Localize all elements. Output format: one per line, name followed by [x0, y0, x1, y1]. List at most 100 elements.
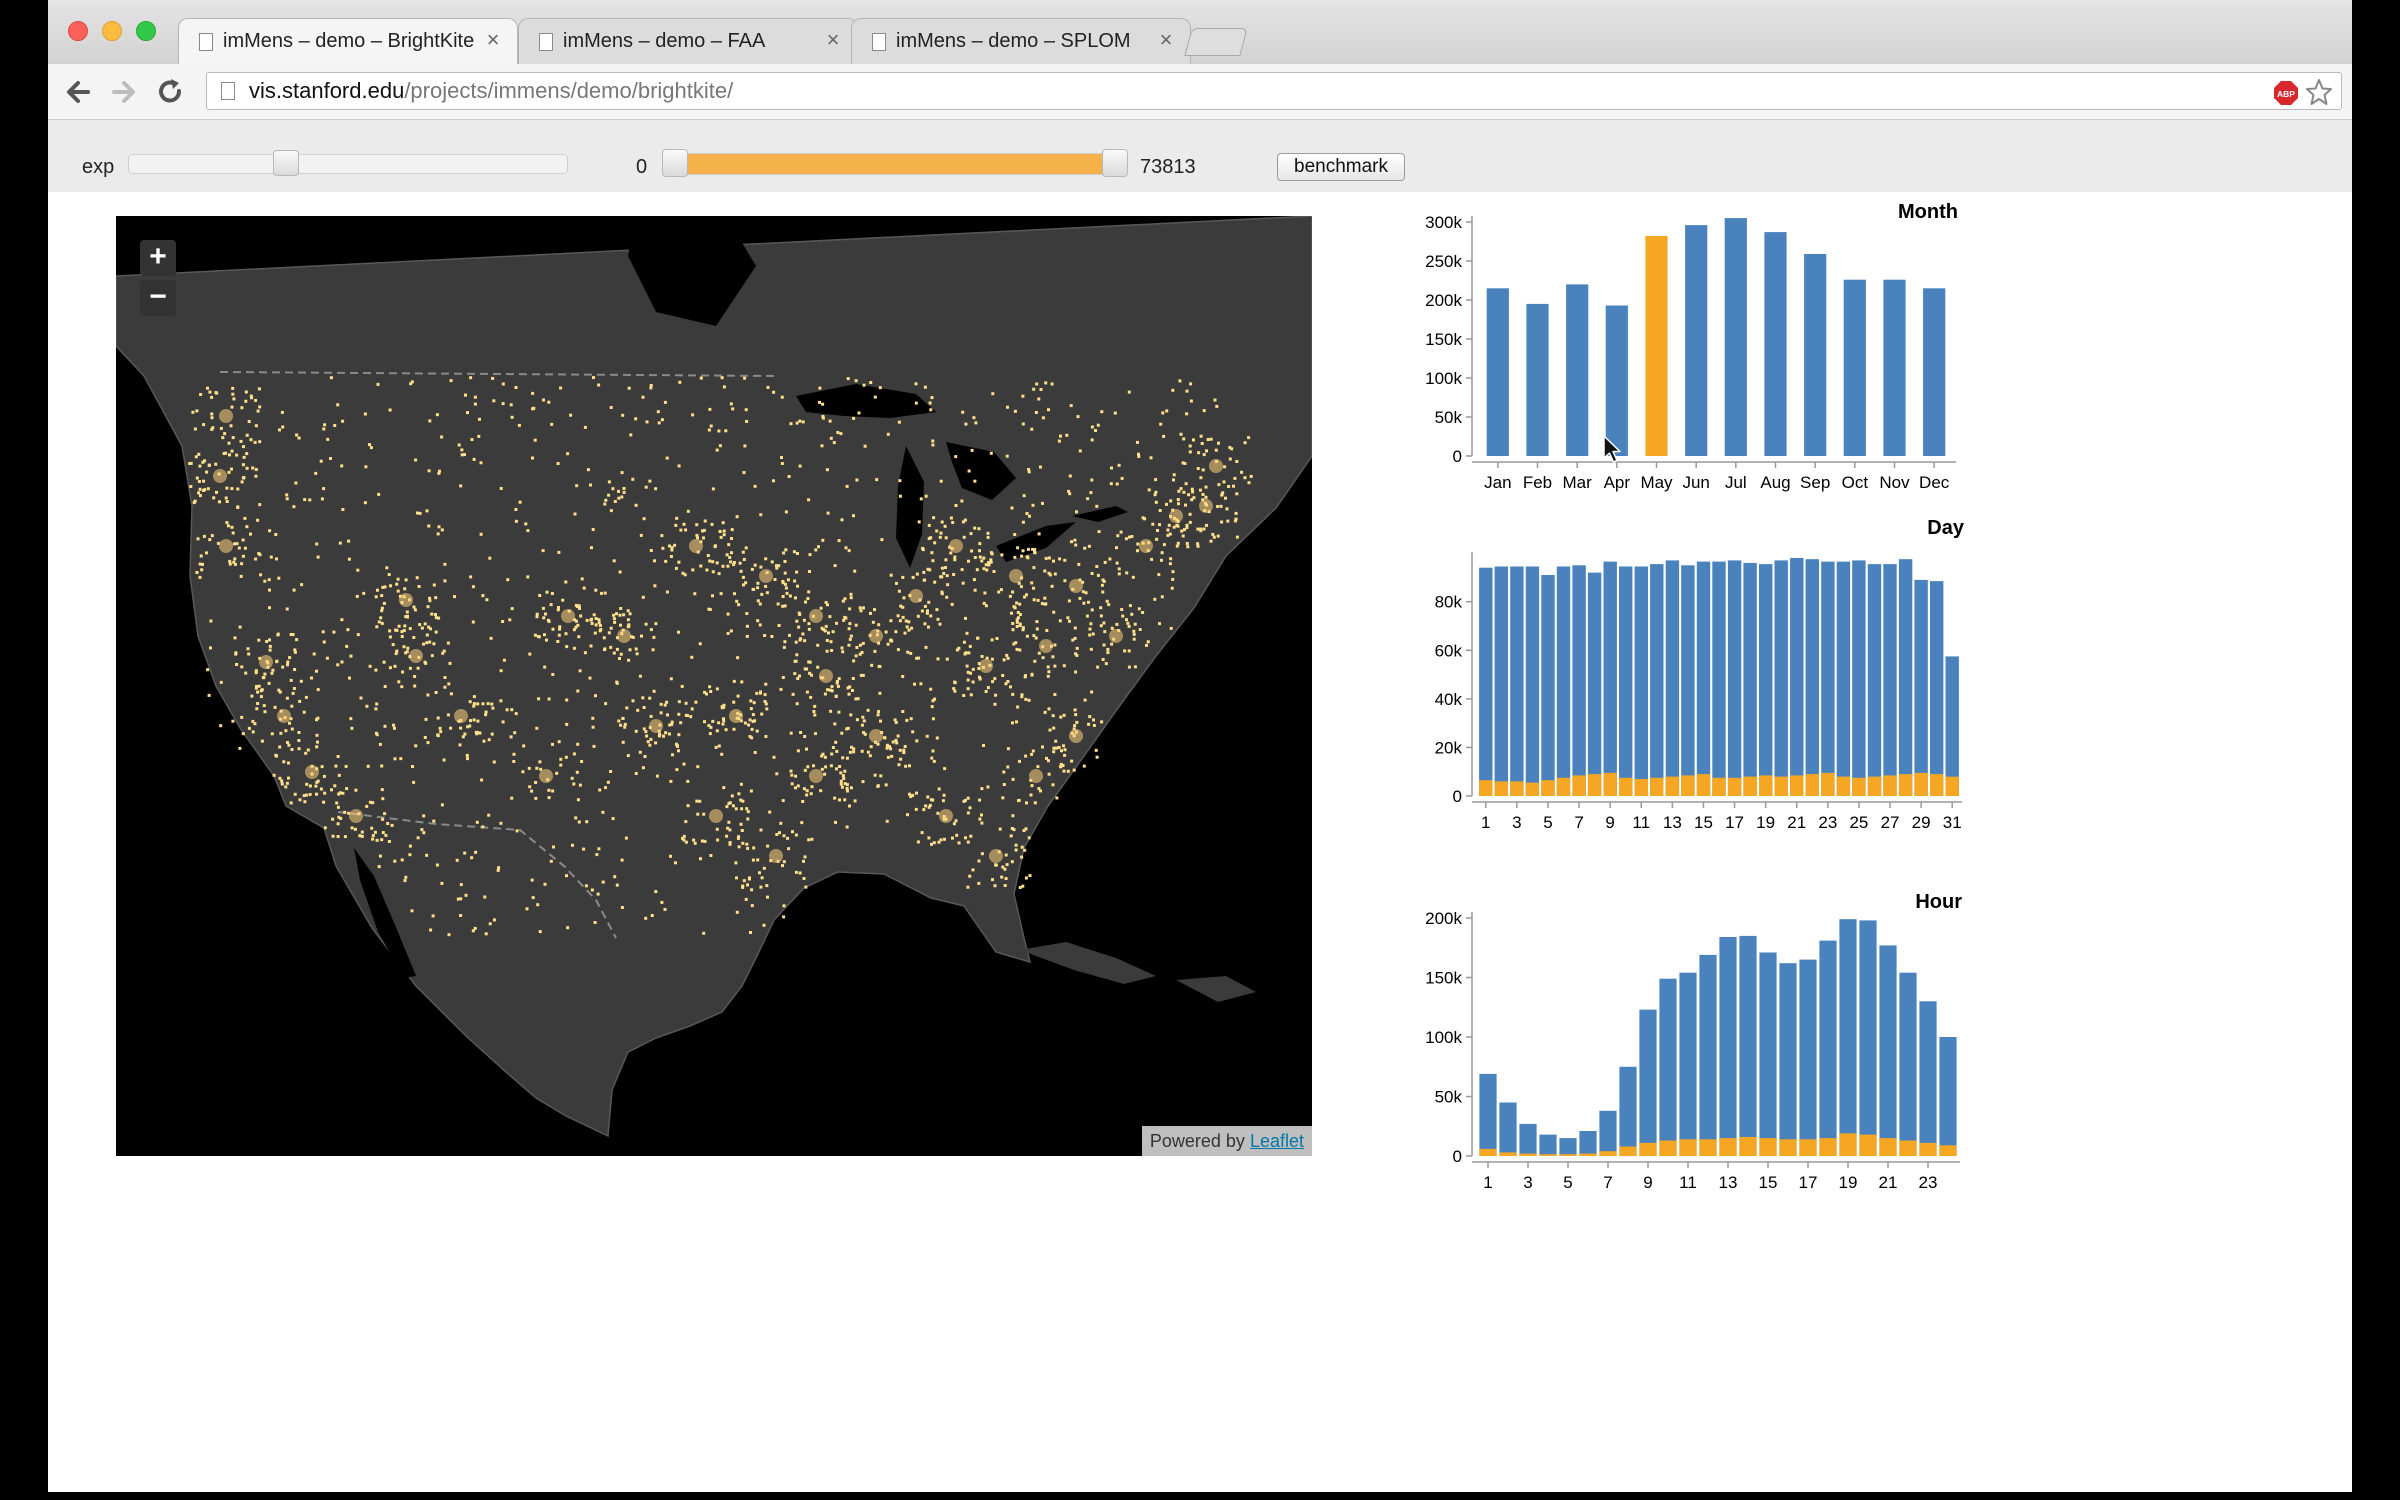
bar-selected-10[interactable] [1619, 777, 1633, 796]
bar-selected-3[interactable] [1510, 781, 1524, 796]
bar-selected-12[interactable] [1650, 777, 1664, 796]
bar-selected-2[interactable] [1494, 781, 1508, 796]
bar-total-24[interactable] [1939, 1037, 1957, 1156]
bar-selected-20[interactable] [1859, 1134, 1877, 1156]
zoom-in-button[interactable]: + [140, 240, 176, 276]
day-chart[interactable]: Day020k40k60k80k1 3 5 7 9 11 13 15 17 19 21 23 25 27 2… [1435, 517, 1965, 832]
bar-total-12[interactable] [1650, 564, 1664, 796]
range-slider-min-handle[interactable] [662, 149, 688, 177]
bar-total-29[interactable] [1914, 579, 1928, 796]
bar-may[interactable] [1645, 236, 1668, 456]
bar-selected-13[interactable] [1665, 776, 1680, 796]
bar-selected-22[interactable] [1805, 774, 1819, 796]
bar-total-22[interactable] [1805, 559, 1819, 796]
bar-total-27[interactable] [1883, 564, 1897, 796]
bar-selected-3[interactable] [1519, 1153, 1537, 1156]
bar-total-2[interactable] [1494, 566, 1508, 797]
bookmark-star-icon[interactable] [2305, 78, 2333, 106]
bar-total-18[interactable] [1743, 562, 1757, 796]
bar-sep[interactable] [1804, 254, 1827, 456]
exp-slider-handle[interactable] [272, 150, 299, 176]
bar-selected-20[interactable] [1774, 776, 1788, 796]
bar-total-7[interactable] [1572, 565, 1586, 796]
bar-selected-19[interactable] [1839, 1133, 1857, 1156]
bar-total-17[interactable] [1727, 560, 1742, 796]
bar-selected-23[interactable] [1919, 1142, 1937, 1156]
tab-faa[interactable]: imMens – demo – FAA × [518, 18, 858, 64]
bar-selected-16[interactable] [1779, 1139, 1797, 1156]
bar-total-5[interactable] [1559, 1138, 1577, 1156]
bar-total-3[interactable] [1510, 566, 1524, 797]
bar-total-13[interactable] [1719, 937, 1737, 1156]
bar-selected-2[interactable] [1499, 1152, 1517, 1156]
bar-selected-23[interactable] [1821, 772, 1835, 796]
bar-total-7[interactable] [1599, 1110, 1617, 1156]
bar-total-21[interactable] [1790, 558, 1804, 796]
exp-slider-track[interactable] [128, 154, 568, 174]
bar-selected-10[interactable] [1659, 1140, 1677, 1157]
tab-close-icon[interactable]: × [483, 28, 503, 52]
bar-selected-16[interactable] [1712, 777, 1726, 796]
bar-total-10[interactable] [1619, 566, 1633, 797]
bar-total-9[interactable] [1639, 1009, 1657, 1156]
bar-aug[interactable] [1764, 232, 1787, 456]
back-arrow-icon[interactable] [60, 74, 96, 110]
bar-selected-9[interactable] [1603, 772, 1617, 796]
bar-total-19[interactable] [1759, 564, 1773, 796]
window-minimize-button[interactable] [102, 21, 122, 41]
bar-selected-14[interactable] [1739, 1137, 1757, 1156]
bar-selected-12[interactable] [1699, 1139, 1717, 1156]
bar-total-1[interactable] [1479, 1073, 1497, 1156]
bar-selected-24[interactable] [1939, 1145, 1957, 1156]
bar-total-23[interactable] [1821, 561, 1835, 796]
bar-selected-30[interactable] [1930, 774, 1944, 796]
bar-total-8[interactable] [1587, 572, 1602, 796]
bar-selected-9[interactable] [1639, 1142, 1657, 1156]
bar-selected-22[interactable] [1899, 1140, 1917, 1157]
bar-total-24[interactable] [1836, 561, 1851, 796]
bar-total-16[interactable] [1779, 963, 1797, 1156]
bar-selected-1[interactable] [1479, 780, 1493, 796]
window-zoom-button[interactable] [136, 21, 156, 41]
range-slider-max-handle[interactable] [1102, 149, 1128, 177]
address-bar[interactable]: vis.stanford.edu/projects/immens/demo/br… [206, 72, 2342, 110]
bar-selected-5[interactable] [1559, 1154, 1577, 1156]
hour-chart[interactable]: Hour050k100k150k200k1 3 5 7 9 11 13 15 17 19 21 23 [1425, 891, 1962, 1192]
bar-total-25[interactable] [1852, 560, 1866, 796]
bar-selected-11[interactable] [1679, 1139, 1697, 1156]
benchmark-button[interactable]: benchmark [1277, 153, 1405, 181]
bar-total-6[interactable] [1556, 566, 1571, 797]
bar-total-11[interactable] [1679, 972, 1697, 1156]
bar-total-9[interactable] [1603, 561, 1617, 796]
bar-oct[interactable] [1843, 279, 1866, 456]
bar-total-8[interactable] [1619, 1066, 1637, 1157]
map-panel[interactable]: + − Powered by Leaflet [116, 216, 1312, 1156]
map-canvas[interactable] [116, 216, 1312, 1156]
bar-total-30[interactable] [1930, 581, 1944, 796]
bar-selected-31[interactable] [1945, 776, 1959, 796]
bar-dec[interactable] [1923, 288, 1946, 456]
zoom-out-button[interactable]: − [140, 280, 176, 316]
adblock-icon[interactable]: ABP [2273, 80, 2299, 106]
bar-total-19[interactable] [1839, 919, 1857, 1156]
bar-selected-13[interactable] [1719, 1138, 1737, 1156]
bar-total-3[interactable] [1519, 1123, 1537, 1156]
bar-nov[interactable] [1883, 279, 1906, 456]
bar-total-26[interactable] [1867, 564, 1882, 796]
reload-icon[interactable] [152, 74, 188, 110]
bar-total-10[interactable] [1659, 978, 1677, 1156]
bar-total-4[interactable] [1539, 1134, 1557, 1156]
bar-selected-1[interactable] [1479, 1148, 1497, 1156]
bar-total-31[interactable] [1945, 656, 1959, 796]
bar-total-4[interactable] [1525, 566, 1540, 797]
bar-total-14[interactable] [1681, 565, 1695, 796]
bar-total-14[interactable] [1739, 935, 1757, 1156]
bar-selected-8[interactable] [1619, 1146, 1637, 1157]
bar-total-12[interactable] [1699, 954, 1717, 1156]
bar-selected-6[interactable] [1579, 1153, 1597, 1156]
bar-total-1[interactable] [1479, 567, 1493, 796]
bar-total-20[interactable] [1859, 920, 1877, 1156]
bar-selected-28[interactable] [1898, 774, 1913, 796]
bar-total-21[interactable] [1879, 945, 1897, 1156]
forward-arrow-icon[interactable] [106, 74, 142, 110]
